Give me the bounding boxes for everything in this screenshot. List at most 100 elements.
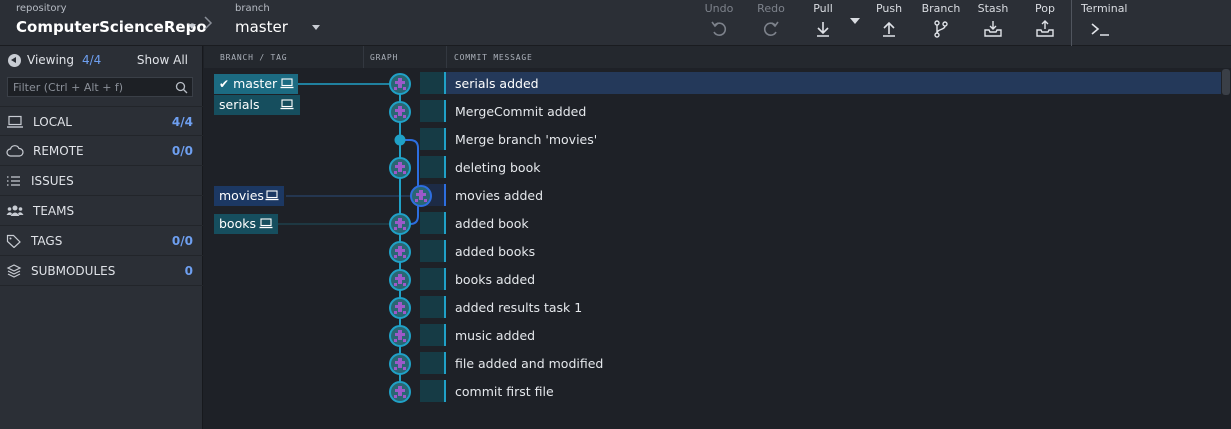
commit-message: MergeCommit added: [455, 104, 587, 119]
commit-row[interactable]: movies added: [420, 184, 1231, 206]
sidebar-item-teams[interactable]: TEAMS: [0, 196, 203, 226]
tag-icon: [6, 234, 21, 248]
commit-avatar-icon: [389, 297, 411, 319]
undo-button[interactable]: Undo: [694, 0, 744, 46]
sidebar: Viewing 4/4 Show All Filter (Ctrl + Alt …: [0, 46, 203, 429]
sidebar-item-label: SUBMODULES: [31, 264, 116, 278]
movies-lane-line: [400, 139, 419, 225]
pull-button[interactable]: Pull: [798, 0, 848, 46]
repository-label: repository: [16, 3, 67, 14]
commit-row[interactable]: file added and modified: [420, 352, 1231, 374]
sidebar-item-issues[interactable]: ISSUES: [0, 166, 203, 196]
commit-graph-panel: BRANCH / TAG GRAPH COMMIT MESSAGE serial…: [204, 46, 1231, 429]
pull-options-caret-icon[interactable]: [850, 18, 860, 24]
chevron-right-icon: [204, 16, 213, 30]
sidebar-item-count: 0/0: [171, 234, 193, 248]
sidebar-item-tags[interactable]: TAGS 0/0: [0, 226, 203, 256]
commit-avatar-icon: [410, 185, 432, 207]
commit-row[interactable]: music added: [420, 324, 1231, 346]
commit-row[interactable]: commit first file: [420, 380, 1231, 402]
sidebar-item-remote[interactable]: REMOTE 0/0: [0, 136, 203, 166]
commit-row[interactable]: added book: [420, 212, 1231, 234]
commit-message: file added and modified: [455, 356, 604, 371]
pop-icon: [1036, 20, 1054, 37]
commit-avatar-icon: [389, 381, 411, 403]
commit-avatar-icon: [389, 325, 411, 347]
commit-message: music added: [455, 328, 536, 343]
terminal-icon: [1091, 23, 1109, 36]
filter-input[interactable]: Filter (Ctrl + Alt + f): [7, 77, 193, 97]
stash-label: Stash: [977, 2, 1009, 15]
branch-ref-label: books: [219, 216, 256, 231]
commit-avatar-icon: [389, 157, 411, 179]
sidebar-item-label: LOCAL: [33, 115, 72, 129]
branch-ref-movies[interactable]: movies: [214, 186, 284, 206]
pull-label: Pull: [813, 2, 833, 15]
branch-ref-label: serials: [219, 97, 260, 112]
toolbar-divider: [1071, 0, 1072, 46]
commit-message: added book: [455, 216, 529, 231]
branch-ref-books[interactable]: books: [214, 214, 278, 234]
branch-selector[interactable]: master: [235, 18, 288, 36]
commit-row[interactable]: MergeCommit added: [420, 100, 1231, 122]
pop-button[interactable]: Pop: [1020, 0, 1070, 46]
commit-row[interactable]: added books: [420, 240, 1231, 262]
search-icon: [175, 81, 188, 94]
checked-out-check-icon: ✔: [219, 77, 230, 91]
sidebar-item-submodules[interactable]: SUBMODULES 0: [0, 256, 203, 286]
undo-label: Undo: [704, 2, 734, 15]
commit-row[interactable]: deleting book: [420, 156, 1231, 178]
commit-message: serials added: [455, 76, 539, 91]
list-icon: [7, 176, 20, 186]
stash-icon: [984, 21, 1002, 37]
stash-button[interactable]: Stash: [968, 0, 1018, 46]
sidebar-item-label: TEAMS: [33, 204, 75, 218]
commit-message: movies added: [455, 188, 544, 203]
undo-icon: [711, 21, 727, 36]
viewing-header: Viewing 4/4 Show All: [0, 46, 203, 74]
laptop-icon: [265, 190, 279, 201]
repository-selector[interactable]: ComputerScienceRepo: [16, 18, 207, 36]
commit-message: books added: [455, 272, 536, 287]
redo-button[interactable]: Redo: [746, 0, 796, 46]
branch-ref-serials[interactable]: serials: [214, 95, 300, 115]
pull-icon: [817, 22, 829, 37]
cloud-icon: [6, 145, 24, 157]
commit-row[interactable]: Merge branch 'movies': [420, 128, 1231, 150]
viewing-label: Viewing: [27, 53, 75, 67]
commit-row[interactable]: added results task 1: [420, 296, 1231, 318]
commit-row[interactable]: serials added: [420, 72, 1231, 94]
branch-label: branch: [235, 3, 270, 14]
laptop-icon: [280, 78, 294, 89]
redo-icon: [763, 21, 779, 36]
laptop-icon: [7, 115, 23, 128]
commit-row[interactable]: books added: [420, 268, 1231, 290]
sidebar-item-label: REMOTE: [33, 144, 84, 158]
branch-button[interactable]: Branch: [916, 0, 966, 46]
sidebar-item-label: TAGS: [31, 234, 63, 248]
scrollbar-track[interactable]: [1221, 68, 1231, 429]
sidebar-item-local[interactable]: LOCAL 4/4: [0, 106, 203, 136]
sidebar-item-label: ISSUES: [31, 174, 74, 188]
laptop-icon: [280, 99, 294, 110]
branch-ref-master[interactable]: ✔ master: [214, 74, 298, 94]
sidebar-item-count: 4/4: [171, 115, 193, 129]
merge-commit-dot: [394, 134, 406, 146]
commit-avatar-icon: [389, 101, 411, 123]
push-button[interactable]: Push: [864, 0, 914, 46]
show-all-button[interactable]: Show All: [137, 53, 188, 67]
pop-label: Pop: [1035, 2, 1055, 15]
terminal-button[interactable]: Terminal: [1077, 0, 1133, 46]
scrollbar-thumb[interactable]: [1222, 69, 1230, 95]
push-label: Push: [875, 2, 903, 15]
people-icon: [6, 205, 24, 216]
column-header-commit-message[interactable]: COMMIT MESSAGE: [447, 46, 1231, 68]
commit-avatar-icon: [389, 241, 411, 263]
redo-label: Redo: [757, 2, 785, 15]
repository-caret-icon[interactable]: [188, 24, 196, 29]
commit-message: Merge branch 'movies': [455, 132, 598, 147]
branch-caret-icon[interactable]: [312, 25, 320, 30]
commit-message: commit first file: [455, 384, 554, 399]
filter-placeholder: Filter (Ctrl + Alt + f): [13, 81, 124, 94]
collapse-back-icon[interactable]: [8, 54, 21, 67]
